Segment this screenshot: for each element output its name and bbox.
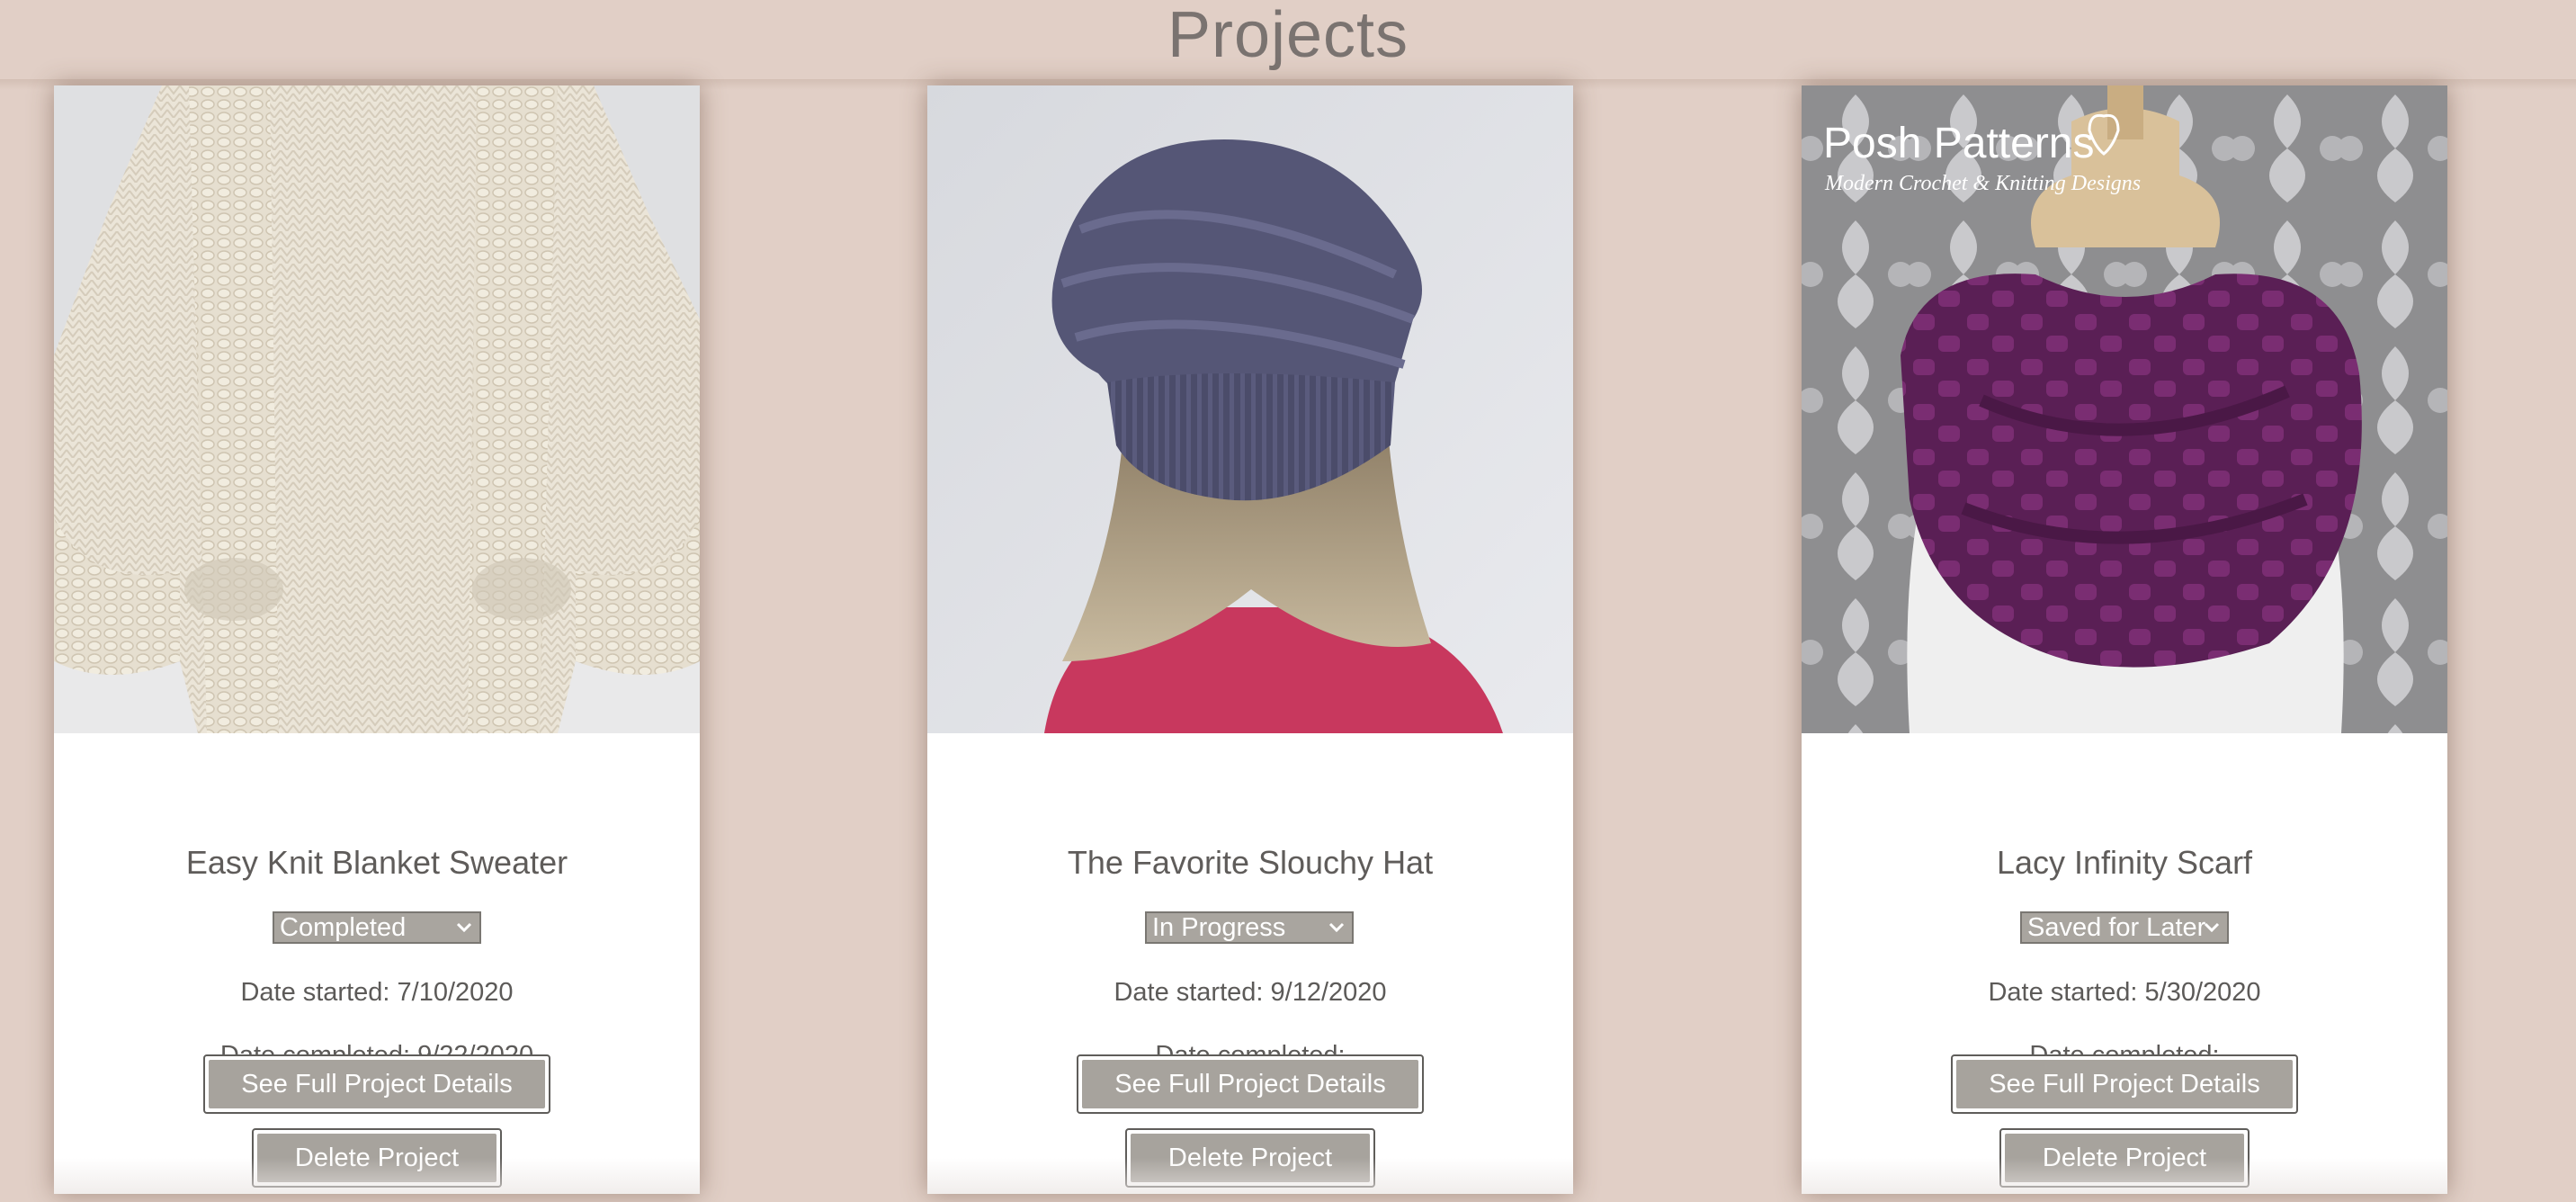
status-dropdown[interactable]: Saved for Later [2020, 911, 2229, 944]
see-details-label: See Full Project Details [1956, 1060, 2293, 1108]
date-started: Date started: 7/10/2020 [240, 978, 514, 1007]
svg-text:Posh Patterns: Posh Patterns [1823, 120, 2095, 167]
project-image[interactable] [54, 85, 700, 733]
chevron-down-icon [454, 913, 474, 942]
slouchy-hat-photo [927, 85, 1573, 733]
delete-project-label: Delete Project [2005, 1134, 2244, 1182]
date-started: Date started: 9/12/2020 [1114, 978, 1387, 1007]
project-title: The Favorite Slouchy Hat [1067, 844, 1434, 881]
delete-project-button[interactable]: Delete Project [1999, 1128, 2250, 1188]
status-value: Saved for Later [2027, 913, 2206, 942]
project-image[interactable] [927, 85, 1573, 733]
see-details-button[interactable]: See Full Project Details [1951, 1054, 2298, 1114]
status-dropdown[interactable]: Completed [273, 911, 481, 944]
status-dropdown[interactable]: In Progress [1145, 911, 1354, 944]
infinity-scarf-photo: Posh Patterns Modern Crochet & Knitting … [1802, 85, 2447, 733]
chevron-down-icon [1327, 913, 1346, 942]
project-title: Easy Knit Blanket Sweater [185, 844, 568, 881]
page-title: Projects [1167, 0, 1409, 71]
delete-project-button[interactable]: Delete Project [252, 1128, 502, 1188]
see-details-button[interactable]: See Full Project Details [1077, 1054, 1424, 1114]
project-card: The Favorite Slouchy Hat In Progress Dat… [927, 85, 1573, 1194]
project-image[interactable]: Posh Patterns Modern Crochet & Knitting … [1802, 85, 2447, 733]
see-details-button[interactable]: See Full Project Details [203, 1054, 550, 1114]
project-title: Lacy Infinity Scarf [1996, 844, 2253, 881]
see-details-label: See Full Project Details [1082, 1060, 1418, 1108]
project-card: Easy Knit Blanket Sweater Completed Date… [54, 85, 700, 1194]
delete-project-button[interactable]: Delete Project [1125, 1128, 1375, 1188]
svg-text:Modern Crochet & Knitting Desi: Modern Crochet & Knitting Designs [1824, 172, 2141, 195]
chevron-down-icon [2202, 913, 2222, 942]
status-value: Completed [280, 913, 407, 942]
see-details-label: See Full Project Details [209, 1060, 545, 1108]
delete-project-label: Delete Project [1131, 1134, 1370, 1182]
delete-project-label: Delete Project [257, 1134, 496, 1182]
status-value: In Progress [1152, 913, 1286, 942]
project-card: Posh Patterns Modern Crochet & Knitting … [1802, 85, 2447, 1194]
posh-patterns-logo: Posh Patterns Modern Crochet & Knitting … [1823, 113, 2141, 195]
date-started: Date started: 5/30/2020 [1988, 978, 2261, 1007]
cardigan-photo [54, 85, 700, 733]
